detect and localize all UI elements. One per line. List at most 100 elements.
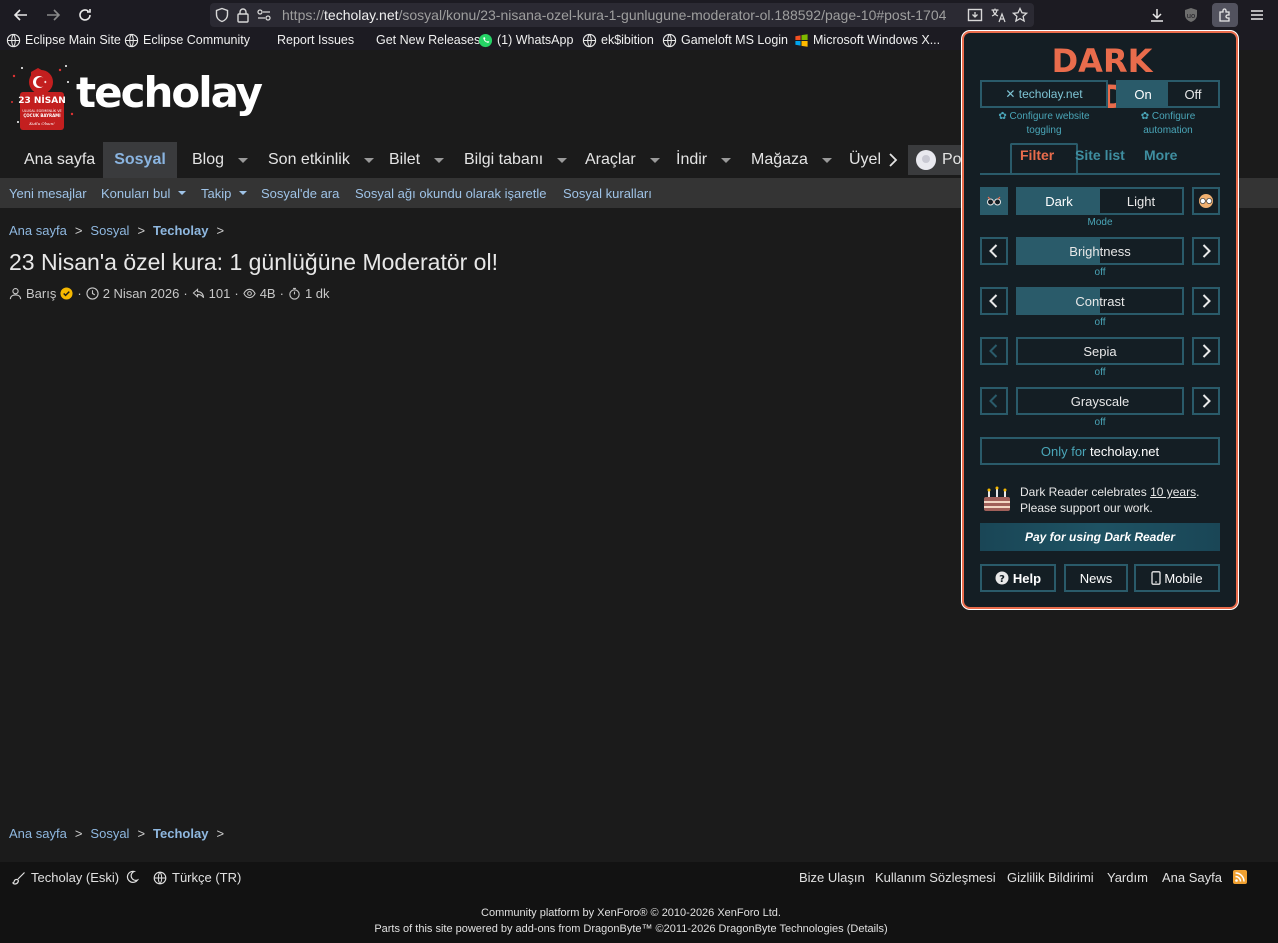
contrast-slider[interactable]: Contrast bbox=[1016, 287, 1184, 315]
footer-help[interactable]: Yardım bbox=[1107, 870, 1148, 885]
brightness-decrease-button[interactable] bbox=[980, 237, 1008, 265]
lock-icon[interactable] bbox=[235, 7, 251, 23]
ublock-button[interactable]: uo bbox=[1178, 3, 1204, 27]
nav-scroll-right[interactable] bbox=[887, 142, 899, 178]
shield-icon[interactable] bbox=[214, 7, 230, 23]
bookmark-star-icon[interactable] bbox=[1012, 7, 1028, 23]
permissions-icon[interactable] bbox=[256, 7, 272, 23]
grayscale-decrease-button[interactable] bbox=[980, 387, 1008, 415]
footer-privacy[interactable]: Gizlilik Bildirimi bbox=[1007, 870, 1094, 885]
contrast-increase-button[interactable] bbox=[1192, 287, 1220, 315]
page-title: 23 Nisan'a özel kura: 1 günlüğüne Modera… bbox=[9, 249, 498, 275]
ten-years-link[interactable]: 10 years bbox=[1150, 485, 1196, 499]
tab-filter[interactable]: Filter bbox=[1020, 147, 1054, 163]
mode-dark-button[interactable]: Dark bbox=[1018, 189, 1100, 213]
subnav-mark-read[interactable]: Sosyal ağı okundu olarak işaretle bbox=[355, 178, 547, 208]
nav-sosyal[interactable]: Sosyal bbox=[103, 142, 177, 178]
light-mode-icon-button[interactable] bbox=[1192, 187, 1220, 215]
nav-home[interactable]: Ana sayfa bbox=[24, 142, 95, 178]
subnav-follow[interactable]: Takip bbox=[201, 178, 248, 208]
footer-contact[interactable]: Bize Ulaşın bbox=[799, 870, 865, 885]
chevron-down-icon[interactable] bbox=[434, 157, 445, 163]
breadcrumb-home[interactable]: Ana sayfa bbox=[9, 826, 67, 841]
sepia-decrease-button[interactable] bbox=[980, 337, 1008, 365]
reader-view-icon[interactable] bbox=[967, 7, 983, 23]
configure-website-link[interactable]: ✿ Configure website toggling bbox=[980, 110, 1108, 138]
tab-more[interactable]: More bbox=[1144, 147, 1177, 163]
on-button[interactable]: On bbox=[1118, 82, 1168, 106]
language-chooser[interactable]: Türkçe (TR) bbox=[153, 870, 241, 885]
techolay-logo[interactable]: 23 NİSAN ULUSAL EGEMENLİK VE ÇOCUK BAYRA… bbox=[8, 62, 268, 132]
subnav-search[interactable]: Sosyal'de ara bbox=[261, 178, 339, 208]
sepia-slider[interactable]: Sepia bbox=[1016, 337, 1184, 365]
url-bar[interactable]: https://techolay.net/sosyal/konu/23-nisa… bbox=[210, 3, 1034, 27]
nav-events[interactable]: Son etkinlik bbox=[268, 142, 374, 178]
breadcrumb-section[interactable]: Sosyal bbox=[90, 826, 129, 841]
nav-blog[interactable]: Blog bbox=[192, 142, 249, 178]
grayscale-increase-button[interactable] bbox=[1192, 387, 1220, 415]
help-button[interactable]: ? Help bbox=[980, 564, 1056, 592]
news-button[interactable]: News bbox=[1064, 564, 1128, 592]
chevron-down-icon[interactable] bbox=[238, 157, 249, 163]
breadcrumb-section[interactable]: Sosyal bbox=[90, 223, 129, 238]
site-toggle-button[interactable]: ✕ techolay.net bbox=[980, 80, 1108, 108]
copyright-xenforo[interactable]: Community platform by XenForo® © 2010-20… bbox=[0, 907, 1262, 919]
off-button[interactable]: Off bbox=[1168, 82, 1218, 106]
nav-tools[interactable]: Araçlar bbox=[585, 142, 660, 178]
tab-site-list[interactable]: Site list bbox=[1075, 147, 1125, 163]
bookmark-eclipse-main[interactable]: Eclipse Main Site bbox=[6, 31, 121, 49]
translate-icon[interactable] bbox=[990, 7, 1006, 23]
nav-store[interactable]: Mağaza bbox=[751, 142, 832, 178]
contrast-decrease-button[interactable] bbox=[980, 287, 1008, 315]
breadcrumb-current[interactable]: Techolay bbox=[153, 826, 208, 841]
copyright-dragonbyte[interactable]: Parts of this site powered by add-ons fr… bbox=[0, 923, 1262, 935]
nav-download[interactable]: İndir bbox=[676, 142, 732, 178]
grayscale-slider[interactable]: Grayscale bbox=[1016, 387, 1184, 415]
bookmark-ekshibition[interactable]: ek$ibition bbox=[582, 31, 654, 49]
bookmark-eclipse-community[interactable]: Eclipse Community bbox=[124, 31, 250, 49]
chevron-down-icon[interactable] bbox=[721, 157, 732, 163]
footer-homepage[interactable]: Ana Sayfa bbox=[1162, 870, 1222, 885]
chevron-down-icon[interactable] bbox=[239, 191, 248, 195]
bookmark-microsoft-windows[interactable]: Microsoft Windows X... bbox=[794, 31, 940, 49]
rss-button[interactable] bbox=[1233, 870, 1247, 884]
style-chooser[interactable]: Techolay (Eski) bbox=[12, 870, 119, 885]
pay-button[interactable]: Pay for using Dark Reader bbox=[980, 523, 1220, 551]
extensions-button[interactable] bbox=[1212, 3, 1238, 27]
bookmark-gameloft[interactable]: Gameloft MS Login bbox=[662, 31, 788, 49]
subnav-rules[interactable]: Sosyal kuralları bbox=[563, 178, 652, 208]
bookmark-report-issues[interactable]: Report Issues bbox=[277, 31, 354, 49]
breadcrumb-home[interactable]: Ana sayfa bbox=[9, 223, 67, 238]
nav-members[interactable]: Üyel bbox=[849, 142, 881, 178]
chevron-down-icon[interactable] bbox=[178, 191, 187, 195]
nav-knowledge-base[interactable]: Bilgi tabanı bbox=[464, 142, 568, 178]
sepia-increase-button[interactable] bbox=[1192, 337, 1220, 365]
only-for-site-button[interactable]: Only for techolay.net bbox=[980, 437, 1220, 465]
brightness-slider[interactable]: Brightness bbox=[1016, 237, 1184, 265]
reload-button[interactable] bbox=[72, 3, 98, 27]
downloads-button[interactable] bbox=[1144, 3, 1170, 27]
dark-mode-toggle[interactable] bbox=[125, 870, 139, 884]
bookmark-whatsapp[interactable]: (1) WhatsApp bbox=[478, 31, 573, 49]
configure-automation-link[interactable]: ✿ Configure automation bbox=[1116, 110, 1220, 138]
subnav-new-messages[interactable]: Yeni mesajlar bbox=[9, 178, 87, 208]
subnav-find-threads[interactable]: Konuları bul bbox=[101, 178, 187, 208]
url-text[interactable]: https://techolay.net/sosyal/konu/23-nisa… bbox=[282, 7, 962, 23]
dark-mode-icon-button[interactable] bbox=[980, 187, 1008, 215]
nav-ticket[interactable]: Bilet bbox=[389, 142, 445, 178]
chevron-down-icon[interactable] bbox=[557, 157, 568, 163]
back-button[interactable] bbox=[8, 3, 34, 27]
chevron-down-icon[interactable] bbox=[363, 157, 374, 163]
thread-date[interactable]: 2 Nisan 2026 bbox=[103, 286, 180, 301]
chevron-down-icon[interactable] bbox=[649, 157, 660, 163]
breadcrumb-current[interactable]: Techolay bbox=[153, 223, 208, 238]
menu-button[interactable] bbox=[1244, 3, 1270, 27]
brightness-increase-button[interactable] bbox=[1192, 237, 1220, 265]
thread-author[interactable]: Barış bbox=[26, 286, 56, 301]
mode-light-button[interactable]: Light bbox=[1100, 189, 1182, 213]
forward-button[interactable] bbox=[40, 3, 66, 27]
footer-terms[interactable]: Kullanım Sözleşmesi bbox=[875, 870, 996, 885]
bookmark-new-releases[interactable]: Get New Releases bbox=[376, 31, 480, 49]
mobile-button[interactable]: Mobile bbox=[1134, 564, 1220, 592]
chevron-down-icon[interactable] bbox=[821, 157, 832, 163]
